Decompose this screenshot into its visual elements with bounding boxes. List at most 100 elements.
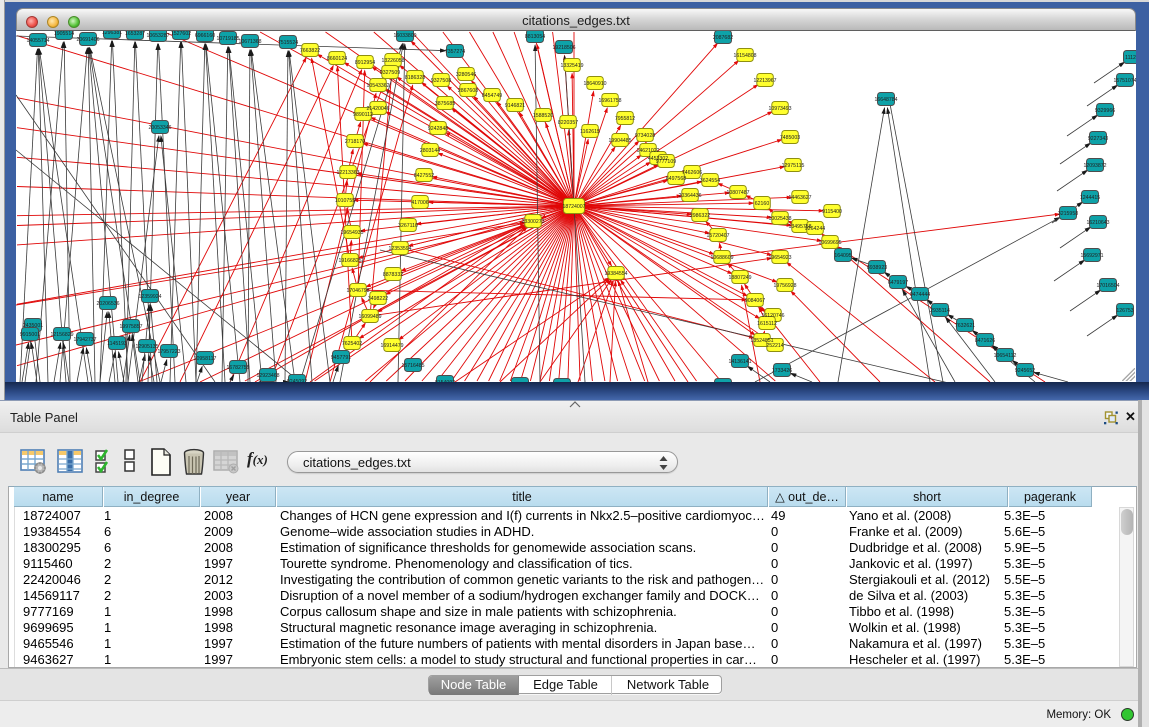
svg-text:20206536: 20206536	[96, 301, 119, 307]
svg-text:18807249: 18807249	[728, 275, 751, 281]
svg-text:9777109: 9777109	[656, 159, 676, 165]
svg-text:16120746: 16120746	[761, 313, 784, 319]
svg-text:10671368: 10671368	[238, 39, 261, 45]
svg-text:15751074: 15751074	[1113, 78, 1136, 84]
svg-text:17046798: 17046798	[346, 288, 369, 294]
svg-text:9242848: 9242848	[428, 126, 448, 132]
svg-text:8427552: 8427552	[414, 173, 434, 179]
svg-text:9457791: 9457791	[331, 355, 351, 361]
svg-text:2087682: 2087682	[713, 35, 733, 41]
svg-text:7632621: 7632621	[955, 323, 975, 329]
svg-text:7485003: 7485003	[780, 135, 800, 141]
svg-text:19384554: 19384554	[604, 271, 627, 277]
svg-text:10973493: 10973493	[768, 106, 791, 112]
svg-text:8471626: 8471626	[975, 338, 995, 344]
svg-text:16210643: 16210643	[1086, 220, 1109, 226]
svg-text:10543362: 10543362	[366, 83, 389, 89]
svg-text:1905514: 1905514	[54, 31, 74, 37]
svg-text:12213967: 12213967	[753, 78, 776, 84]
svg-text:3624554: 3624554	[700, 178, 720, 184]
svg-text:17957223: 17957223	[157, 349, 180, 355]
svg-text:19654923: 19654923	[768, 255, 791, 261]
svg-text:9115400: 9115400	[822, 209, 842, 215]
svg-text:8186328: 8186328	[405, 75, 425, 81]
svg-text:1145193: 1145193	[107, 341, 127, 347]
svg-text:417006: 417006	[411, 200, 428, 206]
svg-text:16648784: 16648784	[874, 97, 897, 103]
svg-text:9327509: 9327509	[380, 70, 400, 76]
svg-text:3267110: 3267110	[398, 223, 418, 229]
svg-text:18724007: 18724007	[562, 204, 585, 210]
svg-text:1733426: 1733426	[772, 368, 792, 374]
svg-text:8813054: 8813054	[525, 34, 545, 40]
svg-text:2986322: 2986322	[690, 213, 710, 219]
svg-text:12359924: 12359924	[138, 294, 161, 300]
svg-text:12923468: 12923468	[256, 373, 279, 379]
svg-text:10958117: 10958117	[194, 356, 217, 362]
svg-text:8220357: 8220357	[558, 120, 578, 126]
svg-text:17942737: 17942737	[73, 337, 96, 343]
svg-text:17016504: 17016504	[1096, 283, 1119, 289]
svg-text:3215958: 3215958	[1058, 211, 1078, 217]
svg-text:8660124: 8660124	[327, 56, 347, 62]
svg-text:1244415: 1244415	[1080, 195, 1100, 201]
svg-text:20053346: 20053346	[148, 125, 171, 131]
svg-text:1010755: 1010755	[335, 198, 355, 204]
svg-text:2435001: 2435001	[23, 323, 43, 329]
svg-text:6479197: 6479197	[888, 280, 908, 286]
svg-text:9734028: 9734028	[635, 133, 655, 139]
svg-text:10807487: 10807487	[726, 190, 749, 196]
svg-text:1653287: 1653287	[125, 31, 145, 37]
svg-text:3875685: 3875685	[435, 101, 455, 107]
svg-text:9890112: 9890112	[353, 112, 373, 118]
svg-text:19218506: 19218506	[552, 45, 575, 51]
svg-text:18640910: 18640910	[583, 81, 606, 87]
svg-text:12156829: 12156829	[50, 332, 73, 338]
svg-text:1162615: 1162615	[580, 129, 600, 135]
svg-text:12093872: 12093872	[1083, 163, 1106, 169]
svg-text:19904485: 19904485	[608, 138, 631, 144]
svg-text:1615112: 1615112	[757, 321, 777, 327]
svg-text:19166825: 19166825	[338, 258, 361, 264]
svg-text:13226058: 13226058	[381, 58, 404, 64]
svg-text:62160: 62160	[755, 201, 770, 207]
svg-text:11124: 11124	[1125, 55, 1136, 61]
svg-text:7515524: 7515524	[278, 40, 298, 46]
svg-text:20691406: 20691406	[76, 37, 99, 43]
svg-text:15716485: 15716485	[401, 363, 424, 369]
svg-text:16914479: 16914479	[380, 343, 403, 349]
svg-text:12353594: 12353594	[388, 246, 411, 252]
svg-text:19756928: 19756928	[773, 283, 796, 289]
svg-text:2718170: 2718170	[345, 139, 365, 145]
svg-text:8878332: 8878332	[383, 272, 403, 278]
svg-text:9084067: 9084067	[745, 298, 765, 304]
svg-text:23300273: 23300273	[521, 219, 544, 225]
svg-text:10688609: 10688609	[710, 255, 733, 261]
svg-text:3280546: 3280546	[456, 72, 476, 78]
svg-text:16782759: 16782759	[226, 365, 249, 371]
svg-text:10719185: 10719185	[216, 36, 239, 42]
svg-text:16099489: 16099489	[358, 314, 381, 320]
svg-text:9474444: 9474444	[910, 292, 930, 298]
svg-text:14621022: 14621022	[636, 148, 659, 154]
svg-text:2935114: 2935114	[930, 308, 950, 314]
svg-text:10653287: 10653287	[146, 33, 169, 39]
svg-text:7357274: 7357274	[445, 49, 465, 55]
svg-text:14463627: 14463627	[788, 195, 811, 201]
svg-text:252214: 252214	[766, 343, 783, 349]
svg-text:7663822: 7663822	[300, 48, 320, 54]
svg-text:10025438: 10025438	[768, 216, 791, 222]
svg-text:12905135: 12905135	[135, 344, 158, 350]
svg-text:19975857: 19975857	[119, 324, 142, 330]
svg-text:16033809: 16033809	[393, 33, 416, 39]
svg-text:8912954: 8912954	[355, 60, 375, 66]
svg-text:1296381: 1296381	[102, 31, 122, 36]
svg-text:12213363: 12213363	[336, 170, 359, 176]
svg-text:6497568: 6497568	[666, 176, 686, 182]
svg-text:2867608: 2867608	[458, 88, 478, 94]
svg-text:14055714: 14055714	[26, 38, 49, 44]
svg-text:15692971: 15692971	[1080, 253, 1103, 259]
svg-text:7955812: 7955812	[615, 116, 635, 122]
svg-text:164095: 164095	[834, 253, 851, 259]
svg-text:10654112: 10654112	[994, 353, 1017, 359]
